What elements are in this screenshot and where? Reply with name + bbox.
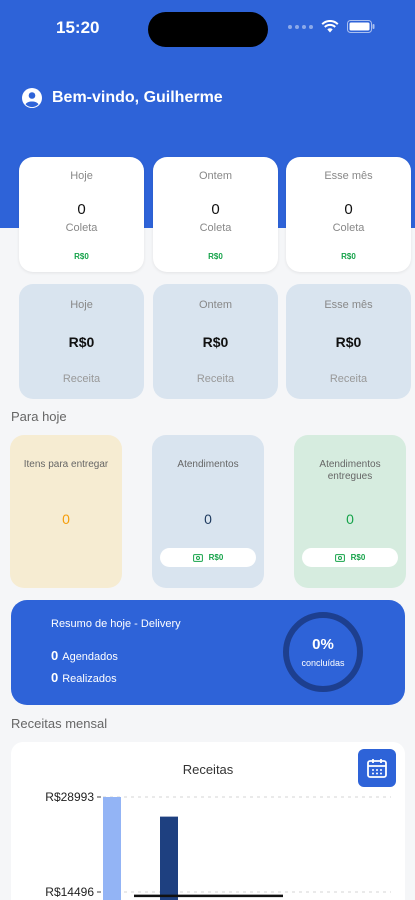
progress-percent: 0% <box>312 636 334 653</box>
card-money: R$0 <box>74 252 89 261</box>
card-label: Atendimentos entregues <box>319 459 381 482</box>
pill-money: R$0 <box>350 553 366 562</box>
card-value: R$0 <box>202 334 229 350</box>
coleta-card-ontem[interactable]: Ontem 0 Coleta R$0 <box>153 157 278 272</box>
status-icons <box>288 20 375 33</box>
coleta-card-hoje[interactable]: Hoje 0 Coleta R$0 <box>19 157 144 272</box>
card-value: R$0 <box>68 334 95 350</box>
money-pill: R$0 <box>160 548 256 567</box>
para-hoje-title: Para hoje <box>11 409 67 424</box>
receitas-chart: R$28993 R$14496 <box>45 790 391 900</box>
wifi-icon <box>321 20 339 33</box>
welcome-text: Bem-vindo, Guilherme <box>52 89 223 106</box>
money-icon <box>192 553 203 562</box>
realizados-label: Realizados <box>62 673 117 685</box>
card-label: Esse mês <box>324 170 373 182</box>
progress-ring: 0% concluídas <box>283 612 363 692</box>
battery-icon <box>347 20 375 33</box>
card-value: R$0 <box>335 334 362 350</box>
pill-money: R$0 <box>208 553 224 562</box>
card-label: Ontem <box>198 170 232 182</box>
receitas-chart-card: Receitas R$28993 R$14496 <box>11 742 405 900</box>
receitas-mensal-title: Receitas mensal <box>11 716 108 731</box>
agendados-count: 0 <box>51 648 59 663</box>
card-label: Atendimentos <box>177 459 239 470</box>
card-money: R$0 <box>341 252 356 261</box>
card-label: Esse mês <box>324 299 373 311</box>
card-value: 0 <box>77 201 86 218</box>
progress-label: concluídas <box>301 658 345 668</box>
card-sublabel: Receita <box>62 373 101 385</box>
status-bar: 15:20 <box>0 0 415 58</box>
y-tick-label: R$14496 <box>45 885 94 899</box>
card-money: R$0 <box>208 252 223 261</box>
card-sublabel: Receita <box>329 373 368 385</box>
receita-card-mes[interactable]: Esse mês R$0 Receita <box>286 284 411 399</box>
card-value: 0 <box>204 511 212 527</box>
realizados-count: 0 <box>51 670 59 685</box>
card-value: 0 <box>344 201 353 218</box>
receita-card-hoje[interactable]: Hoje R$0 Receita <box>19 284 144 399</box>
card-label: Hoje <box>70 170 93 182</box>
coleta-card-mes[interactable]: Esse mês 0 Coleta R$0 <box>286 157 411 272</box>
signal-icon <box>288 24 313 29</box>
card-sublabel: Coleta <box>65 222 98 234</box>
card-sublabel: Coleta <box>199 222 232 234</box>
card-label: Itens para entregar <box>23 459 109 470</box>
agendados-label: Agendados <box>62 651 118 663</box>
delivery-title: Resumo de hoje - Delivery <box>51 618 181 630</box>
y-tick-label: R$28993 <box>45 790 94 804</box>
welcome-header: Bem-vindo, Guilherme <box>22 88 223 108</box>
dynamic-island <box>148 12 268 47</box>
atendimentos-entregues-card[interactable]: Atendimentos entregues 0 R$0 <box>294 435 406 588</box>
delivery-summary-card[interactable]: Resumo de hoje - Delivery 0 Agendados 0 … <box>11 600 405 705</box>
receita-card-ontem[interactable]: Ontem R$0 Receita <box>153 284 278 399</box>
agendados-row: 0 Agendados <box>51 648 118 663</box>
card-value: 0 <box>211 201 220 218</box>
realizados-row: 0 Realizados <box>51 670 117 685</box>
atendimentos-card[interactable]: Atendimentos 0 R$0 <box>152 435 264 588</box>
bar-series-1 <box>103 797 121 900</box>
itens-entregar-card[interactable]: Itens para entregar 0 <box>10 435 122 588</box>
card-label: Ontem <box>198 299 232 311</box>
user-avatar-icon[interactable] <box>22 88 42 108</box>
card-sublabel: Receita <box>196 373 235 385</box>
money-pill: R$0 <box>302 548 398 567</box>
card-value: 0 <box>346 511 354 527</box>
card-value: 0 <box>62 511 70 527</box>
card-label: Hoje <box>70 299 93 311</box>
bar-series-2 <box>160 816 178 900</box>
status-time: 15:20 <box>56 18 100 37</box>
card-sublabel: Coleta <box>332 222 365 234</box>
money-icon <box>334 553 345 562</box>
